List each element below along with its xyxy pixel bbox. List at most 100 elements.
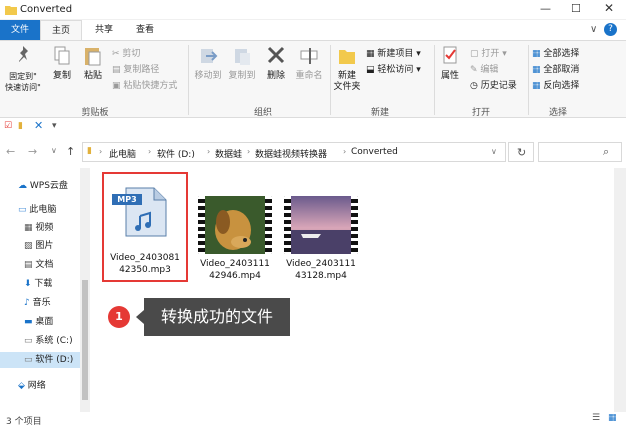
nav-item-wps-cloud[interactable]: ☁ WPS云盘: [0, 178, 80, 194]
divider: [188, 45, 189, 115]
divider: [434, 45, 435, 115]
nav-item-this-pc[interactable]: ▭ 此电脑: [0, 202, 80, 218]
easy-access-button[interactable]: ⬓ 轻松访问 ▾: [366, 62, 421, 75]
drive-icon: ▭: [24, 355, 33, 365]
cut-button[interactable]: ✂ 剪切: [112, 46, 140, 59]
paste-icon: [85, 48, 101, 66]
folder-quick-icon[interactable]: ▮: [18, 121, 23, 131]
properties-button[interactable]: 属性: [436, 45, 464, 82]
nav-item-drive-c[interactable]: ▭ 系统 (C:): [0, 333, 80, 349]
nav-item-drive-d[interactable]: ▭ 软件 (D:): [0, 352, 80, 368]
nav-item-documents[interactable]: ▤ 文档: [0, 257, 80, 273]
ribbon: 固定到" 快速访问" 复制 粘贴 ✂ 剪切 ▤ 复制路径 ▣ 粘贴快捷方式 剪贴…: [0, 40, 626, 118]
file-item[interactable]: Video_2403111 43128.mp4: [280, 176, 362, 281]
file-name: Video_2403111 42946.mp4: [200, 259, 270, 281]
nav-item-downloads[interactable]: ⬇ 下载: [0, 276, 80, 292]
copy-icon: [54, 46, 70, 65]
new-item-icon: ▦: [366, 49, 378, 59]
cloud-icon: ☁: [18, 181, 27, 191]
computer-icon: ▭: [18, 205, 27, 215]
file-item[interactable]: Video_2403111 42946.mp4: [194, 176, 276, 281]
mp3-badge: MP3: [112, 194, 142, 205]
address-bar[interactable]: ▮ › 此电脑 › 软件 (D:) › 数据蛙 › 数据蛙视频转换器 › Con…: [82, 142, 506, 162]
document-icon: ▤: [24, 260, 33, 270]
ribbon-tabs: 文件 主页 共享 查看 ∨ ?: [0, 20, 626, 40]
nav-item-network[interactable]: ⬙ 网络: [0, 378, 80, 394]
download-icon: ⬇: [24, 279, 32, 289]
content-scrollbar[interactable]: [614, 168, 626, 412]
minimize-button[interactable]: —: [540, 2, 551, 15]
network-icon: ⬙: [18, 381, 25, 391]
refresh-button[interactable]: ↻: [508, 142, 534, 162]
copy-path-button[interactable]: ▤ 复制路径: [112, 62, 159, 75]
callout-label: 转换成功的文件: [144, 298, 290, 336]
breadcrumb[interactable]: 数据蛙视频转换器: [255, 147, 327, 160]
copy-to-button[interactable]: 复制到: [226, 45, 258, 82]
file-item[interactable]: MP3 Video_2403081 42350.mp3: [104, 176, 186, 280]
select-none-button[interactable]: ▦ 全部取消: [532, 62, 579, 75]
recent-dropdown-icon[interactable]: ∨: [51, 146, 57, 155]
help-icon[interactable]: ?: [604, 23, 617, 36]
paste-shortcut-icon: ▣: [112, 81, 124, 91]
invert-selection-button[interactable]: ▦ 反向选择: [532, 78, 579, 91]
open-icon: ▢: [470, 49, 482, 59]
divider: [330, 45, 331, 115]
group-label-new: 新建: [370, 108, 389, 118]
copy-to-icon: [235, 49, 250, 65]
nav-item-videos[interactable]: ▦ 视频: [0, 220, 80, 236]
nav-item-music[interactable]: ♪ 音乐: [0, 295, 80, 311]
address-dropdown-icon[interactable]: ∨: [491, 147, 497, 156]
copy-button[interactable]: 复制: [50, 45, 74, 82]
search-input[interactable]: ⌕: [538, 142, 622, 162]
select-all-button[interactable]: ▦ 全部选择: [532, 46, 579, 59]
nav-scrollbar[interactable]: [80, 168, 90, 412]
new-folder-icon: [339, 50, 355, 64]
tab-home[interactable]: 主页: [40, 20, 82, 40]
new-folder-button[interactable]: 新建 文件夹: [332, 45, 362, 93]
breadcrumb[interactable]: 此电脑: [109, 147, 136, 160]
move-to-button[interactable]: 移动到: [192, 45, 224, 82]
quick-access-toolbar: ☑ ▮ ✕ ▾: [0, 118, 626, 136]
details-view-icon[interactable]: ☰: [592, 413, 600, 423]
move-to-icon: [201, 49, 218, 63]
forward-icon[interactable]: →: [28, 145, 37, 158]
callout-number-badge: 1: [108, 306, 130, 328]
delete-button[interactable]: 删除: [263, 45, 289, 82]
scissors-icon: ✂: [112, 49, 123, 59]
up-icon[interactable]: ↑: [66, 145, 75, 158]
history-button[interactable]: ◷ 历史记录: [470, 78, 517, 91]
select-all-icon: ▦: [532, 49, 544, 59]
file-name: Video_2403111 43128.mp4: [286, 259, 356, 281]
history-icon: ◷: [470, 81, 481, 91]
search-icon: ⌕: [603, 145, 610, 158]
properties-check-icon[interactable]: ☑: [4, 121, 12, 131]
breadcrumb[interactable]: 数据蛙: [215, 147, 242, 160]
delete-quick-icon[interactable]: ✕: [34, 119, 43, 132]
nav-item-desktop[interactable]: ▬ 桌面: [0, 314, 80, 330]
breadcrumb[interactable]: 软件 (D:): [157, 147, 195, 160]
window-title: Converted: [20, 4, 73, 15]
new-item-button[interactable]: ▦ 新建项目 ▾: [366, 46, 421, 59]
edit-button[interactable]: ✎ 编辑: [470, 62, 498, 75]
customize-dropdown-icon[interactable]: ▾: [52, 121, 57, 131]
divider: [528, 45, 529, 115]
tab-view[interactable]: 查看: [124, 20, 166, 40]
paste-shortcut-button[interactable]: ▣ 粘贴快捷方式: [112, 78, 177, 91]
breadcrumb[interactable]: Converted: [351, 147, 398, 157]
nav-item-pictures[interactable]: ▨ 图片: [0, 238, 80, 254]
rename-icon: [300, 48, 318, 64]
open-button[interactable]: ▢ 打开 ▾: [470, 46, 507, 59]
rename-button[interactable]: 重命名: [292, 45, 326, 82]
tab-share[interactable]: 共享: [84, 20, 124, 40]
large-icons-view-icon[interactable]: ▦: [608, 413, 617, 423]
maximize-button[interactable]: ☐: [571, 2, 581, 15]
back-icon[interactable]: ←: [6, 145, 15, 158]
item-count: 3 个项目: [6, 417, 42, 427]
close-button[interactable]: ✕: [604, 1, 614, 15]
tab-file[interactable]: 文件: [0, 20, 40, 40]
ribbon-collapse-icon[interactable]: ∨: [590, 24, 597, 35]
paste-button[interactable]: 粘贴: [80, 45, 106, 82]
pin-button[interactable]: 固定到" 快速访问": [4, 45, 42, 93]
easy-access-icon: ⬓: [366, 65, 378, 75]
nav-scrollbar-thumb[interactable]: [82, 280, 88, 400]
